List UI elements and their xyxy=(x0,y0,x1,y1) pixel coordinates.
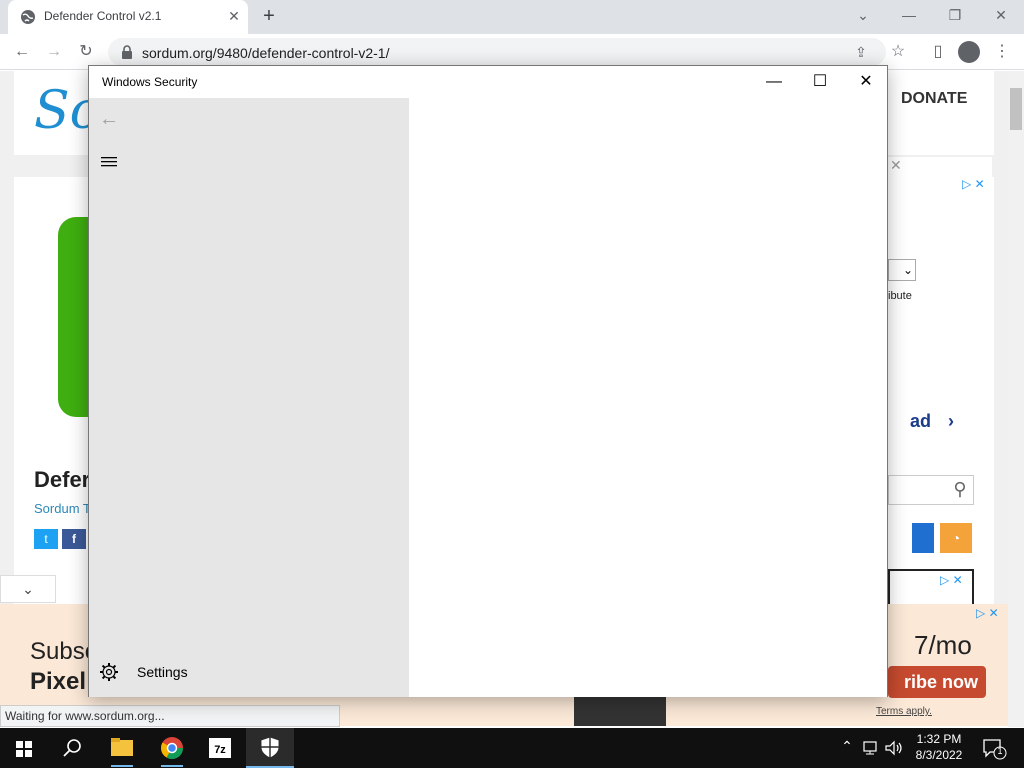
attribute-label: ibute xyxy=(888,290,912,302)
ad-terms-link[interactable]: Terms apply. xyxy=(876,706,932,717)
ad-choices-icon[interactable]: ▷ ✕ xyxy=(962,175,985,193)
forward-arrow-icon[interactable]: → xyxy=(42,40,66,64)
settings-nav-item[interactable]: Settings xyxy=(99,660,299,684)
ad-price-text: 7/mo xyxy=(914,630,972,660)
windows-security-window: Windows Security — ☐ ✕ ← Settings xyxy=(88,65,888,697)
windows-security-shield-icon[interactable] xyxy=(246,728,294,768)
page-scrollbar[interactable] xyxy=(1008,71,1024,727)
ws-maximize-icon[interactable]: ☐ xyxy=(797,66,843,98)
gear-icon xyxy=(100,663,118,681)
system-clock[interactable]: 1:32 PM 8/3/2022 xyxy=(906,731,972,763)
ws-minimize-icon[interactable]: — xyxy=(751,66,797,98)
donate-link[interactable]: DONATE xyxy=(901,90,967,108)
address-bar[interactable]: sordum.org/9480/defender-control-v2-1/ ⇪ xyxy=(108,38,886,66)
reload-icon[interactable]: ↻ xyxy=(74,40,98,64)
svg-text:7z: 7z xyxy=(214,744,226,756)
status-bar: Waiting for www.sordum.org... xyxy=(0,705,340,727)
facebook-share-icon[interactable]: f xyxy=(62,529,86,549)
chevron-up-icon[interactable]: ⌃ xyxy=(838,738,856,758)
7zip-icon[interactable]: 7z xyxy=(196,728,244,768)
settings-label: Settings xyxy=(137,664,188,680)
collapse-chevron-icon[interactable]: ⌄ xyxy=(0,575,56,603)
dropdown-chevron-icon[interactable]: ⌄ xyxy=(888,259,916,281)
taskbar: 7z ⌃ 1:32 PM 8/3/2022 1 xyxy=(0,728,1024,768)
twitter-share-icon[interactable]: t xyxy=(34,529,58,549)
back-arrow-icon[interactable]: ← xyxy=(97,108,121,132)
close-window-icon[interactable]: ✕ xyxy=(978,0,1024,30)
ws-navigation-pane: ← Settings xyxy=(89,98,409,697)
search-icon[interactable]: ⚲ xyxy=(946,475,974,503)
tab-search-chevron-icon[interactable]: ⌄ xyxy=(840,0,886,30)
restore-icon[interactable]: ❐ xyxy=(932,0,978,30)
ad-pixel-text: Pixel xyxy=(30,668,87,695)
back-arrow-icon[interactable]: ← xyxy=(10,40,34,64)
bookmark-star-icon[interactable]: ☆ xyxy=(886,40,910,64)
window-title: Windows Security xyxy=(102,75,198,89)
ad-phone-image xyxy=(574,696,666,726)
hamburger-menu-icon[interactable] xyxy=(99,154,119,170)
windows-start-icon[interactable] xyxy=(0,728,48,768)
email-icon[interactable] xyxy=(912,523,934,553)
share-icon[interactable]: ⇪ xyxy=(850,41,872,63)
ad-subscribe-button[interactable]: ribe now xyxy=(888,666,986,698)
lock-icon xyxy=(122,45,132,59)
globe-icon xyxy=(21,10,35,24)
chrome-icon[interactable] xyxy=(148,728,196,768)
ad-choices-icon[interactable]: ▷ ✕ xyxy=(976,606,999,620)
network-icon[interactable] xyxy=(862,740,882,756)
url-text: sordum.org/9480/defender-control-v2-1/ xyxy=(142,45,390,61)
ad-close-icon[interactable]: ✕ xyxy=(890,157,902,174)
tab-close-icon[interactable]: ✕ xyxy=(226,8,242,24)
rss-icon[interactable]: ◔ xyxy=(940,523,972,553)
profile-avatar-icon[interactable] xyxy=(958,41,980,63)
browser-tab[interactable]: Defender Control v2.1 ✕ xyxy=(8,0,248,34)
kebab-menu-icon[interactable]: ⋮ xyxy=(990,40,1014,64)
clock-time: 1:32 PM xyxy=(916,732,962,746)
side-panel-icon[interactable]: ▯ xyxy=(926,40,950,64)
volume-icon[interactable] xyxy=(884,740,904,756)
sidebar-ad[interactable]: ▷ ✕ xyxy=(888,569,974,609)
browser-tab-strip: Defender Control v2.1 ✕ + ⌄ — ❐ ✕ xyxy=(0,0,1024,34)
minimize-icon[interactable]: — xyxy=(886,0,932,30)
post-author[interactable]: Sordum T xyxy=(34,501,91,516)
download-link[interactable]: ad xyxy=(910,411,931,432)
tab-title: Defender Control v2.1 xyxy=(44,9,162,23)
ad-close-strip: ✕ xyxy=(888,157,992,177)
notification-count: 1 xyxy=(997,746,1003,756)
search-icon[interactable] xyxy=(48,728,96,768)
chevron-right-icon: › xyxy=(948,411,954,431)
post-title: Defer xyxy=(34,467,91,492)
ad-choices-icon[interactable]: ▷ ✕ xyxy=(940,573,963,587)
ws-content-pane xyxy=(409,98,887,697)
clock-date: 8/3/2022 xyxy=(915,748,963,762)
ad-subscribe-text: Subsc xyxy=(30,638,97,665)
ws-close-icon[interactable]: ✕ xyxy=(843,66,889,98)
file-explorer-icon[interactable] xyxy=(98,728,146,768)
new-tab-button[interactable]: + xyxy=(258,6,280,28)
scrollbar-thumb[interactable] xyxy=(1010,88,1022,130)
